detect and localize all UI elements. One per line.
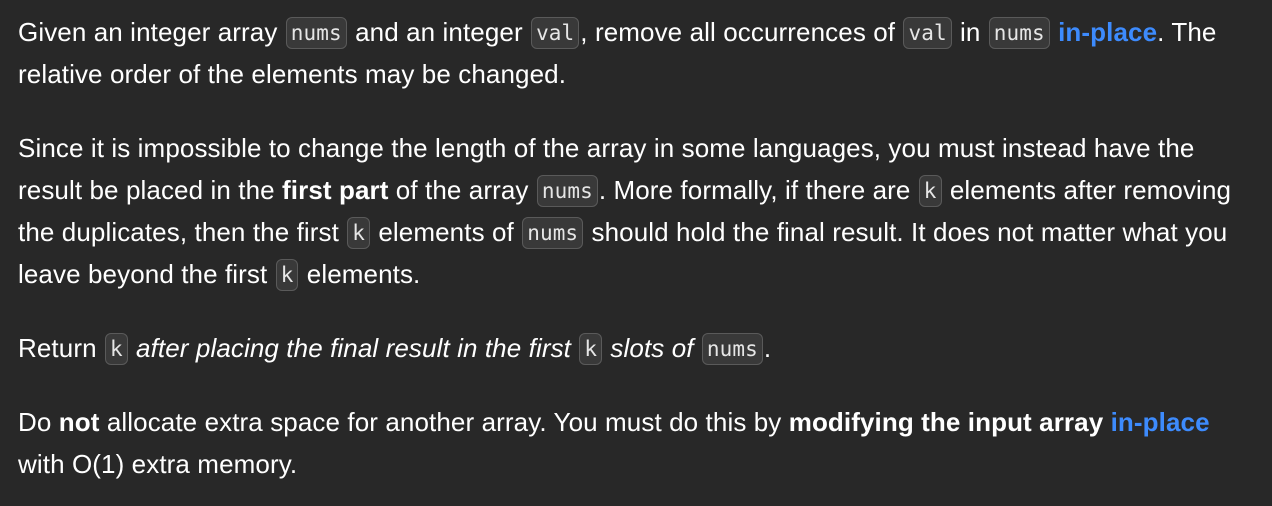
- text: and an integer: [347, 17, 531, 47]
- text: Return: [18, 333, 104, 363]
- in-place-link[interactable]: in-place: [1111, 407, 1210, 437]
- text: in: [952, 17, 988, 47]
- code-k: k: [104, 333, 128, 365]
- code-nums: nums: [285, 17, 347, 49]
- code-k: k: [579, 333, 603, 365]
- code-nums: nums: [536, 175, 598, 207]
- code-k: k: [918, 175, 942, 207]
- paragraph-constraint: Do not allocate extra space for another …: [18, 401, 1254, 485]
- text: elements of: [371, 217, 522, 247]
- text: [1051, 17, 1058, 47]
- code-nums: nums: [701, 333, 763, 365]
- text: Given an integer array: [18, 17, 285, 47]
- paragraph-intro: Given an integer array nums and an integ…: [18, 11, 1254, 95]
- code-nums: nums: [522, 217, 584, 249]
- text: . More formally, if there are: [598, 175, 918, 205]
- code-val: val: [531, 17, 580, 49]
- text: .: [763, 333, 772, 363]
- italic-text: slots of: [603, 333, 701, 363]
- paragraph-details: Since it is impossible to change the len…: [18, 127, 1254, 295]
- paragraph-return: Return k after placing the final result …: [18, 327, 1254, 369]
- bold-first-part: first part: [282, 175, 389, 205]
- text: , remove all occurrences of: [580, 17, 903, 47]
- text: [1103, 407, 1110, 437]
- bold-modifying-input: modifying the input array: [788, 407, 1104, 437]
- text: allocate extra space for another array. …: [99, 407, 789, 437]
- text: with O(1) extra memory.: [18, 449, 298, 479]
- text: of the array: [388, 175, 536, 205]
- bold-not: not: [58, 407, 100, 437]
- code-val: val: [903, 17, 952, 49]
- text: elements.: [299, 259, 421, 289]
- italic-text: after placing the final result in the fi…: [128, 333, 579, 363]
- in-place-link[interactable]: in-place: [1058, 17, 1157, 47]
- code-nums: nums: [988, 17, 1050, 49]
- code-k: k: [275, 259, 299, 291]
- problem-description: Given an integer array nums and an integ…: [0, 0, 1272, 485]
- text: Do: [18, 407, 59, 437]
- code-k: k: [347, 217, 371, 249]
